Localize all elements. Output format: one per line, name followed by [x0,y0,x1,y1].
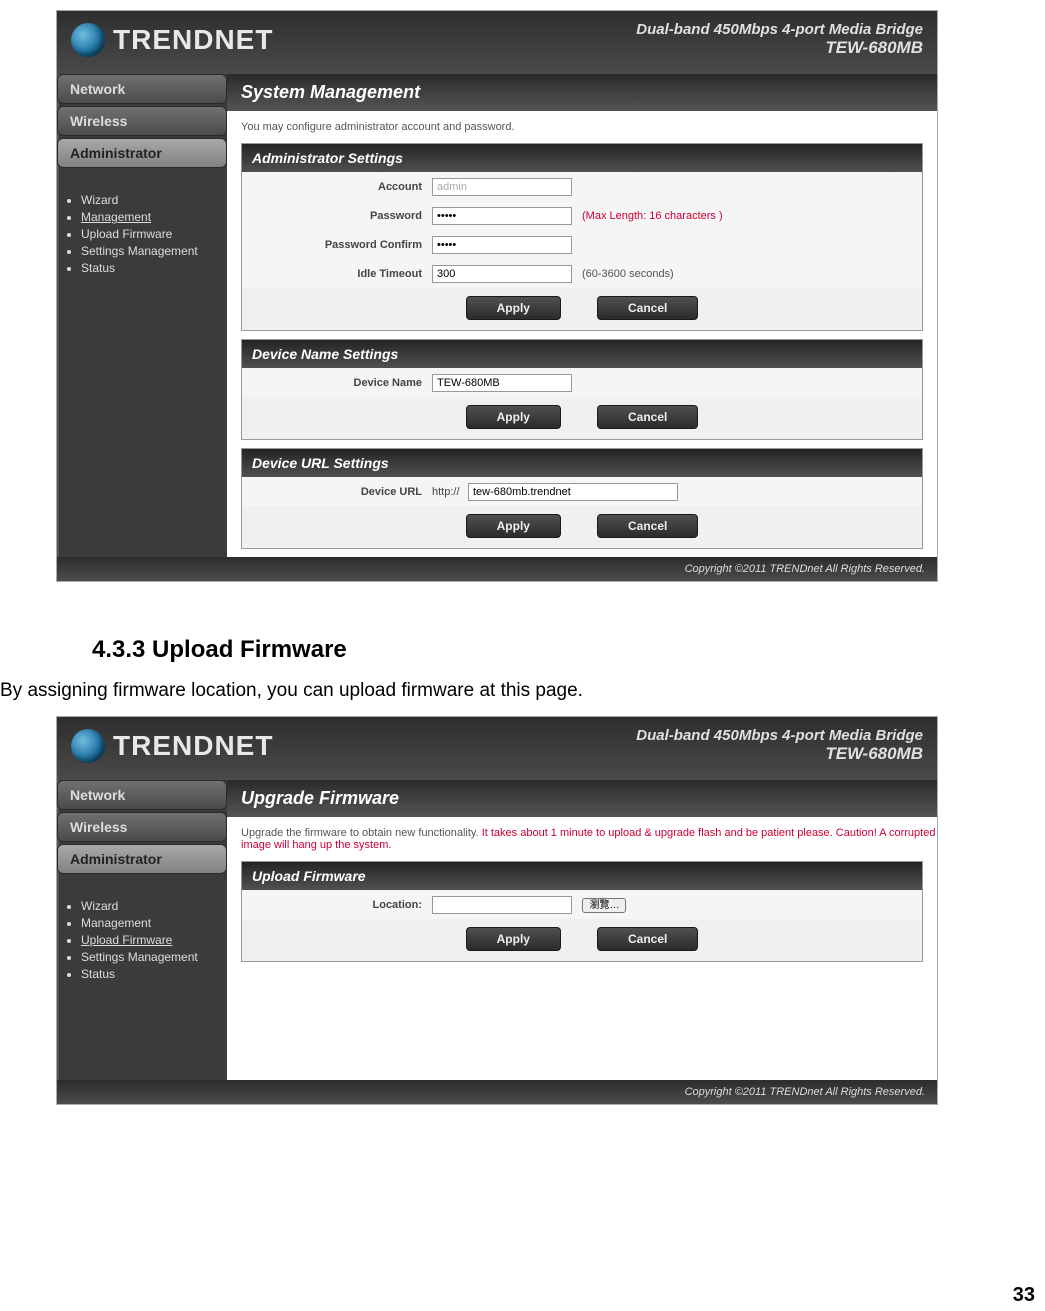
sidebar-item-status[interactable]: Status [81,967,227,981]
sidebar-item-management[interactable]: Management [81,210,227,224]
panel-upload-firmware: Upload Firmware Location: 瀏覽… Apply Canc… [241,861,923,962]
product-tagline: Dual-band 450Mbps 4-port Media Bridge TE… [636,727,923,764]
location-input[interactable] [432,896,572,914]
product-tagline: Dual-band 450Mbps 4-port Media Bridge TE… [636,21,923,58]
brand-text: TRENDNET [113,24,273,56]
globe-icon [71,729,105,763]
device-name-input[interactable] [432,374,572,392]
tagline-line2: TEW-680MB [636,38,923,58]
page-title: System Management [227,74,937,111]
tagline-line1: Dual-band 450Mbps 4-port Media Bridge [636,727,923,744]
panel-heading: Device Name Settings [242,340,922,368]
content: Upgrade Firmware Upgrade the firmware to… [227,780,937,1080]
brand-text: TRENDNET [113,730,273,762]
password-label: Password [252,210,432,222]
password-confirm-input[interactable] [432,236,572,254]
sidebar-item-management[interactable]: Management [81,916,227,930]
sidebar-item-wizard[interactable]: Wizard [81,899,227,913]
admin-submenu: Wizard Management Upload Firmware Settin… [57,890,227,992]
sidebar: Network Wireless Administrator Wizard Ma… [57,74,227,302]
doc-section-heading: 4.3.3 Upload Firmware [92,636,1045,664]
devname-cancel-button[interactable]: Cancel [597,405,698,429]
location-label: Location: [252,899,432,911]
sidebar-item-settings-management[interactable]: Settings Management [81,244,227,258]
devurl-cancel-button[interactable]: Cancel [597,514,698,538]
admin-submenu: Wizard Management Upload Firmware Settin… [57,184,227,286]
panel-heading: Administrator Settings [242,144,922,172]
upload-apply-button[interactable]: Apply [466,927,561,951]
panel-heading: Device URL Settings [242,449,922,477]
nav-network[interactable]: Network [57,74,227,104]
nav-wireless[interactable]: Wireless [57,106,227,136]
panel-heading: Upload Firmware [242,862,922,890]
nav-wireless[interactable]: Wireless [57,812,227,842]
doc-section-text: By assigning firmware location, you can … [0,680,1045,702]
device-name-label: Device Name [252,377,432,389]
page-desc: You may configure administrator account … [227,111,937,143]
footer-copyright: Copyright ©2011 TRENDnet All Rights Rese… [57,557,937,581]
sidebar-item-settings-management[interactable]: Settings Management [81,950,227,964]
panel-admin-settings: Administrator Settings Account Password … [241,143,923,331]
footer-copyright: Copyright ©2011 TRENDnet All Rights Rese… [57,1080,937,1104]
tagline-line2: TEW-680MB [636,744,923,764]
nav-network[interactable]: Network [57,780,227,810]
panel-device-url: Device URL Settings Device URL http:// A… [241,448,923,549]
device-url-input[interactable] [468,483,678,501]
password-input[interactable] [432,207,572,225]
tagline-line1: Dual-band 450Mbps 4-port Media Bridge [636,21,923,38]
globe-icon [71,23,105,57]
account-label: Account [252,181,432,193]
brand-logo: TRENDNET [71,23,273,57]
sidebar-item-upload-firmware[interactable]: Upload Firmware [81,227,227,241]
page-desc: Upgrade the firmware to obtain new funct… [227,817,937,861]
idle-timeout-input[interactable] [432,265,572,283]
admin-cancel-button[interactable]: Cancel [597,296,698,320]
router-screenshot-upgrade: TRENDNET Dual-band 450Mbps 4-port Media … [56,716,938,1105]
content: System Management You may configure admi… [227,74,937,557]
idle-timeout-hint: (60-3600 seconds) [582,268,674,280]
router-screenshot-management: TRENDNET Dual-band 450Mbps 4-port Media … [56,10,938,582]
idle-timeout-label: Idle Timeout [252,268,432,280]
brand-logo: TRENDNET [71,729,273,763]
nav-administrator[interactable]: Administrator [57,844,227,874]
upload-cancel-button[interactable]: Cancel [597,927,698,951]
browse-button[interactable]: 瀏覽… [582,898,626,913]
page-number: 33 [1013,1284,1035,1307]
devurl-apply-button[interactable]: Apply [466,514,561,538]
nav-administrator[interactable]: Administrator [57,138,227,168]
sidebar-item-upload-firmware[interactable]: Upload Firmware [81,933,227,947]
url-prefix: http:// [432,486,460,498]
desc-text: Upgrade the firmware to obtain new funct… [241,827,482,839]
device-url-label: Device URL [252,486,432,498]
account-input [432,178,572,196]
password-confirm-label: Password Confirm [252,239,432,251]
admin-apply-button[interactable]: Apply [466,296,561,320]
password-hint: (Max Length: 16 characters ) [582,210,723,222]
sidebar-item-wizard[interactable]: Wizard [81,193,227,207]
sidebar: Network Wireless Administrator Wizard Ma… [57,780,227,1008]
sidebar-item-status[interactable]: Status [81,261,227,275]
devname-apply-button[interactable]: Apply [466,405,561,429]
header: TRENDNET Dual-band 450Mbps 4-port Media … [57,717,937,780]
panel-device-name: Device Name Settings Device Name Apply C… [241,339,923,440]
header: TRENDNET Dual-band 450Mbps 4-port Media … [57,11,937,74]
page-title: Upgrade Firmware [227,780,937,817]
